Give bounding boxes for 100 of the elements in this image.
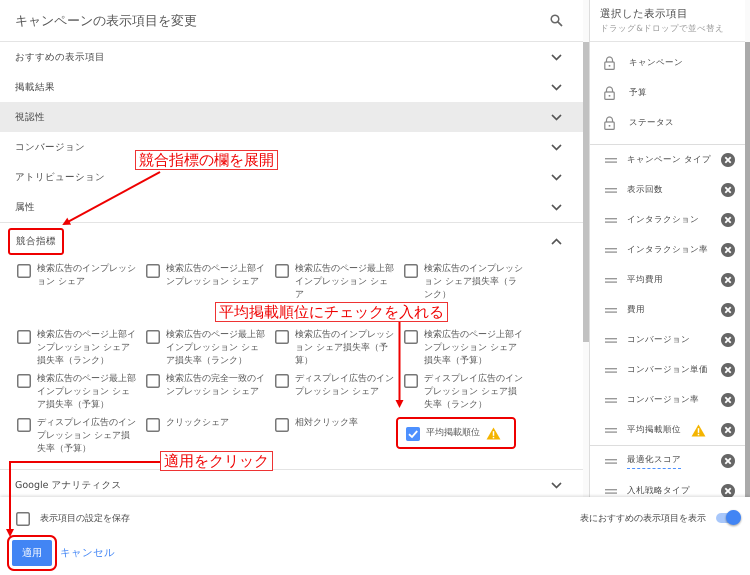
checkbox[interactable] (17, 418, 31, 432)
checkbox[interactable] (406, 426, 420, 440)
drag-handle-icon[interactable] (605, 278, 618, 282)
panel-title: 選択した表示項目 (600, 6, 690, 20)
panel-subtitle: ドラッグ&ドロップで並べ替え (600, 22, 725, 34)
callout-label: 競合指標の欄を展開 (135, 150, 278, 170)
option-label: 検索広告のページ最上部インプレッション シェア損失率（ランク） (166, 329, 266, 368)
remove-icon[interactable] (721, 363, 735, 377)
selected-column[interactable]: インタラクション (627, 214, 700, 226)
scrollbar[interactable] (583, 42, 590, 342)
selected-column[interactable]: コンバージョン率 (627, 394, 700, 406)
drag-handle-icon[interactable] (605, 188, 618, 192)
selected-column[interactable]: キャンペーン タイプ (627, 154, 711, 166)
section-header[interactable]: 掲載結果 (15, 80, 55, 94)
callout-label: 適用をクリック (160, 451, 273, 471)
selected-column[interactable]: 費用 (627, 304, 646, 316)
callout-label: 平均掲載順位にチェックを入れる (215, 302, 448, 322)
remove-icon[interactable] (721, 183, 735, 197)
selected-column[interactable]: 表示回数 (627, 184, 664, 196)
drag-handle-icon[interactable] (605, 398, 618, 402)
remove-icon[interactable] (721, 423, 735, 437)
drag-handle-icon[interactable] (605, 428, 618, 432)
drag-handle-icon[interactable] (605, 488, 618, 494)
option-label: 平均掲載順位 (426, 426, 480, 440)
checkbox[interactable] (146, 418, 160, 432)
section-header[interactable]: Google アナリティクス (15, 478, 122, 492)
option-label: 検索広告のページ上部インプレッション シェア (166, 263, 266, 289)
section-header[interactable]: コンバージョン (15, 140, 85, 154)
drag-handle-icon[interactable] (605, 458, 618, 464)
option-label: 検索広告のインプレッション シェア損失率（予算） (295, 329, 395, 368)
section-header[interactable]: 属性 (15, 200, 35, 214)
remove-icon[interactable] (721, 454, 735, 468)
option-label: 検索広告のインプレッション シェア (37, 263, 137, 289)
selected-column[interactable]: 最適化スコア (627, 454, 682, 468)
lock-icon (604, 86, 616, 100)
checkbox-label: 表示項目の設定を保存 (40, 512, 130, 524)
option-label: 相対クリック率 (295, 417, 359, 430)
chevron-down-icon[interactable] (551, 54, 562, 60)
option-label: ディスプレイ広告のインプレッション シェア (295, 373, 395, 399)
lock-icon (604, 56, 616, 70)
checkbox[interactable] (275, 330, 289, 344)
chevron-down-icon[interactable] (551, 84, 562, 90)
cancel-link[interactable]: キャンセル (60, 546, 115, 560)
checkbox[interactable] (404, 330, 418, 344)
remove-icon[interactable] (721, 393, 735, 407)
section-header[interactable]: アトリビューション (15, 170, 105, 184)
locked-column: ステータス (629, 117, 674, 129)
checkbox[interactable] (404, 264, 418, 278)
remove-icon[interactable] (721, 213, 735, 227)
chevron-down-icon[interactable] (551, 144, 562, 150)
drag-handle-icon[interactable] (605, 248, 618, 252)
selected-column[interactable]: 平均費用 (627, 274, 664, 286)
option-label: 検索広告の完全一致のインプレッション シェア (166, 373, 266, 399)
checkbox[interactable] (146, 264, 160, 278)
remove-icon[interactable] (721, 243, 735, 257)
checkbox[interactable] (17, 374, 31, 388)
remove-icon[interactable] (721, 273, 735, 287)
drag-handle-icon[interactable] (605, 158, 618, 162)
section-header[interactable]: おすすめの表示項目 (15, 50, 105, 64)
option-label: 検索広告のページ上部インプレッション シェア損失率（ランク） (37, 329, 137, 368)
option-label: 検索広告のインプレッション シェア損失率（ランク） (424, 263, 524, 302)
chevron-down-icon[interactable] (551, 204, 562, 210)
drag-handle-icon[interactable] (605, 218, 618, 222)
remove-icon[interactable] (721, 333, 735, 347)
selected-column[interactable]: 平均掲載順位 (627, 424, 682, 436)
checkbox[interactable] (17, 330, 31, 344)
checkbox[interactable] (146, 374, 160, 388)
checkbox[interactable] (404, 374, 418, 388)
search-icon[interactable] (550, 14, 564, 27)
selected-column[interactable]: コンバージョン (627, 334, 690, 346)
section-header[interactable]: 競合指標 (8, 228, 64, 254)
option-label: 検索広告のページ上部インプレッション シェア損失率（予算） (424, 329, 524, 368)
checkbox[interactable] (146, 330, 160, 344)
remove-icon[interactable] (721, 303, 735, 317)
checkbox[interactable] (275, 418, 289, 432)
apply-button[interactable]: 適用 (12, 540, 52, 566)
checkbox[interactable] (16, 512, 30, 526)
option-label: クリックシェア (166, 417, 230, 430)
chevron-down-icon[interactable] (551, 174, 562, 180)
selected-column[interactable]: 入札戦略タイプ (627, 485, 690, 497)
remove-icon[interactable] (721, 153, 735, 167)
chevron-up-icon[interactable] (551, 238, 562, 244)
lock-icon (604, 116, 616, 130)
drag-handle-icon[interactable] (605, 338, 618, 342)
drag-handle-icon[interactable] (605, 368, 618, 372)
section-header[interactable]: 視認性 (15, 110, 45, 124)
selected-column[interactable]: インタラクション率 (627, 244, 708, 256)
chevron-down-icon[interactable] (551, 114, 562, 120)
toggle-switch[interactable] (716, 513, 738, 523)
option-label: ディスプレイ広告のインプレッション シェア損失率（予算） (37, 417, 137, 456)
checkbox[interactable] (17, 264, 31, 278)
option-label: 検索広告のページ最上部インプレッション シェア (295, 263, 395, 302)
checkbox[interactable] (275, 264, 289, 278)
scrollbar[interactable] (745, 42, 750, 497)
chevron-down-icon[interactable] (551, 482, 562, 488)
checkbox[interactable] (275, 374, 289, 388)
selected-column[interactable]: コンバージョン単価 (627, 364, 708, 376)
toggle-label: 表におすすめの表示項目を表示 (580, 512, 706, 524)
remove-icon[interactable] (721, 484, 735, 497)
drag-handle-icon[interactable] (605, 308, 618, 312)
